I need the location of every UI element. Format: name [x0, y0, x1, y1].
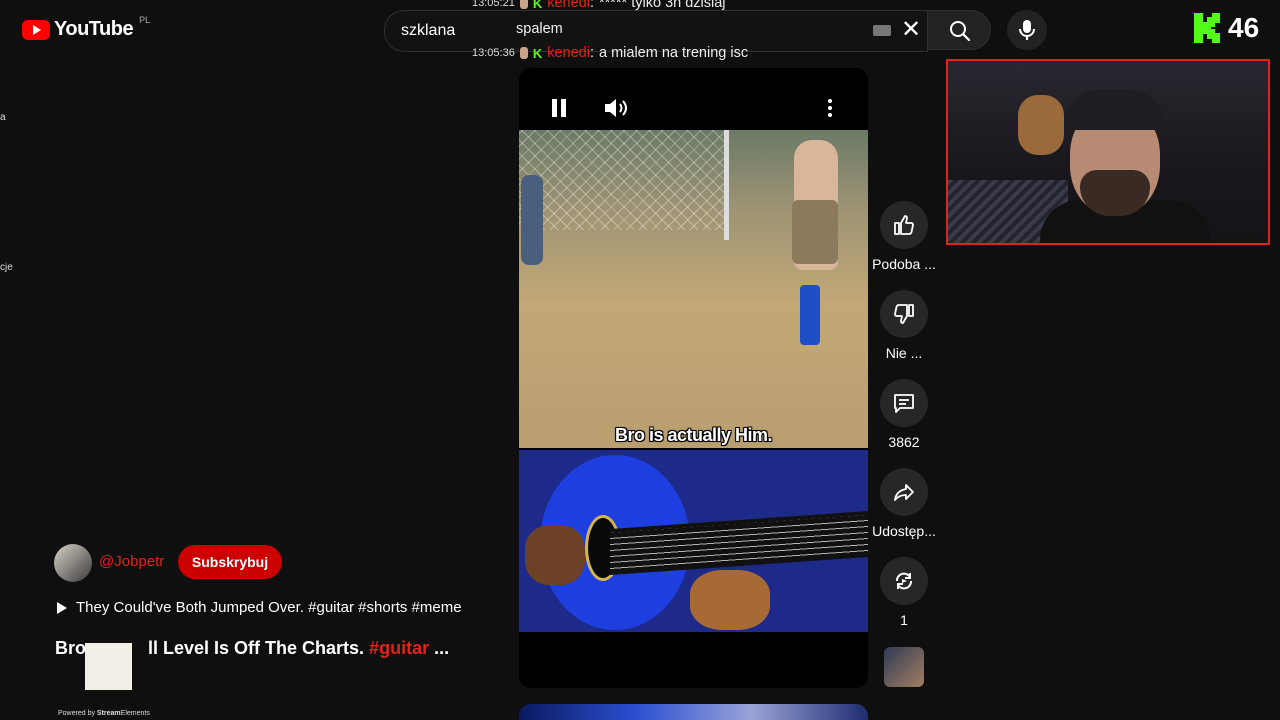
share-label: Udostęp... [872, 523, 936, 539]
chat-message: 13:05:36 K kenedi: a mialem na trening i… [472, 45, 748, 61]
logo-region: PL [139, 14, 151, 25]
chat-time: 13:05:36 [472, 47, 515, 59]
channel-avatar[interactable] [54, 544, 92, 582]
goal-post [724, 130, 729, 240]
thumbs-up-icon [894, 215, 914, 235]
subscribe-button[interactable]: Subskrybuj [178, 545, 282, 579]
title-hashtag[interactable]: #guitar [369, 638, 429, 658]
chat-text: spalem [516, 21, 563, 37]
chat-message: 13:05:21 K kenedi: ***** tylko 3h dzisia… [472, 0, 726, 11]
playlist-title: They Could've Both Jumped Over. #guitar … [76, 599, 462, 616]
dislike-button[interactable] [880, 290, 928, 338]
logo-text: YouTube [54, 18, 134, 40]
search-button[interactable] [927, 10, 991, 50]
goal-net [519, 130, 729, 230]
viewer-count: 46 [1228, 12, 1260, 43]
chat-text: a mialem na trening isc [598, 45, 749, 61]
dislike-label: Nie ... [885, 345, 923, 361]
play-icon [57, 601, 67, 614]
mic-icon [1019, 20, 1035, 40]
comment-icon [894, 394, 914, 413]
search-input[interactable]: szklana [401, 22, 455, 40]
sidebar-fragment[interactable]: cje [0, 262, 13, 273]
chat-message: spalem [516, 21, 563, 37]
sidebar-fragment[interactable]: a [0, 112, 6, 123]
voice-search-button[interactable] [1007, 10, 1047, 50]
powered-by: Powered by StreamElements [58, 710, 150, 717]
chat-avatar [519, 0, 528, 9]
comments-button[interactable] [880, 379, 928, 427]
remix-count: 1 [900, 612, 908, 628]
kick-logo-icon [1194, 13, 1220, 43]
video-caption: Bro is actually Him. [614, 425, 773, 445]
thumbs-down-icon [894, 304, 914, 324]
overlay-box [85, 643, 132, 690]
pause-icon[interactable] [549, 97, 569, 119]
kick-badge-icon: K [532, 0, 543, 11]
powered-by-prefix: Powered by [58, 710, 95, 717]
figure-shorts [792, 200, 838, 264]
chat-text: ***** tylko 3h dzisiaj [598, 0, 726, 11]
chat-separator: : [589, 0, 594, 11]
youtube-logo[interactable]: YouTube PL [22, 14, 151, 41]
title-ellipsis: ... [434, 638, 450, 658]
webcam-frame [946, 59, 1270, 245]
volume-icon[interactable] [603, 96, 631, 120]
chat-avatar [519, 47, 528, 59]
chat-username: kenedi [547, 0, 590, 11]
channel-thumbnail[interactable] [884, 647, 924, 687]
hand [525, 525, 585, 585]
comments-count: 3862 [888, 434, 920, 450]
chat-username: kenedi [547, 45, 590, 61]
next-short-preview[interactable] [519, 704, 868, 720]
youtube-play-icon [22, 19, 50, 40]
playlist-link[interactable]: They Could've Both Jumped Over. #guitar … [56, 599, 462, 616]
search-icon [950, 21, 971, 42]
hand [690, 570, 770, 630]
chat-time: 13:05:21 [472, 0, 515, 9]
title-prefix: Bro [55, 638, 86, 658]
title-text: ll Level Is Off The Charts. [148, 638, 365, 658]
channel-handle[interactable]: @Jobpetr [99, 553, 164, 570]
more-vert-icon[interactable] [822, 96, 838, 120]
kick-badge-icon: K [532, 45, 543, 61]
figure-sock [800, 285, 820, 345]
powered-by-brand-rest: Elements [120, 710, 150, 717]
share-icon [894, 484, 914, 501]
keyboard-icon[interactable] [873, 25, 891, 36]
powered-by-brand: Stream [96, 710, 121, 717]
share-button[interactable] [880, 468, 928, 516]
remix-button[interactable] [880, 557, 928, 605]
figure [521, 175, 543, 265]
remix-icon [896, 572, 912, 590]
kick-viewer-badge: 46 [1194, 12, 1259, 44]
like-label: Podoba ... [872, 256, 936, 272]
close-icon[interactable]: ✕ [899, 16, 923, 44]
chat-separator: : [589, 45, 594, 61]
like-button[interactable] [880, 201, 928, 249]
